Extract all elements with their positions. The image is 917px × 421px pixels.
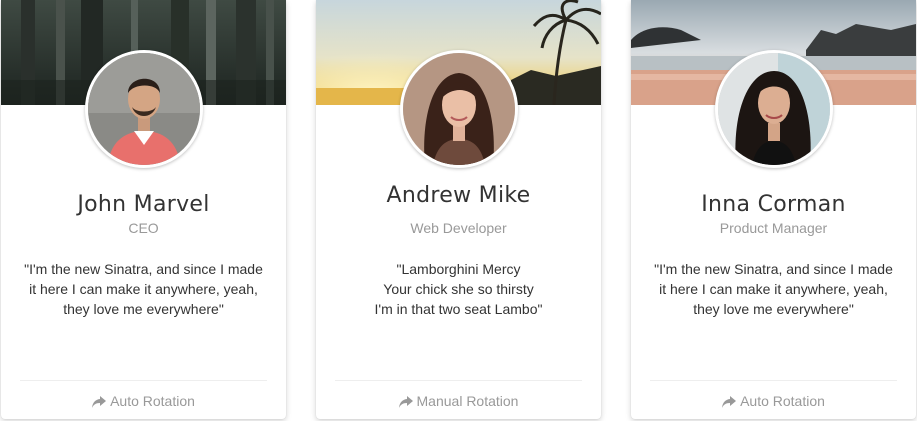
quote-line: Your chick she so thirsty [383,281,534,297]
profile-quote: "I'm the new Sinatra, and since I made i… [645,259,902,319]
quote-line: they love me everywhere" [63,301,224,317]
footer-label: Manual Rotation [416,393,519,409]
quote-line: it here I can make it anywhere, yeah, [659,281,888,297]
profile-role: CEO [128,220,159,236]
share-icon [722,395,737,411]
footer-label: Auto Rotation [110,393,195,409]
share-icon [92,395,107,411]
divider [20,380,267,381]
quote-line: they love me everywhere" [693,301,854,317]
avatar [399,50,518,168]
profile-card: Andrew Mike Web Developer "Lamborghini M… [316,0,601,419]
profile-role: Web Developer [410,220,507,236]
profile-quote: "Lamborghini Mercy Your chick she so thi… [330,259,587,319]
profile-role: Product Manager [719,220,828,236]
quote-line: it here I can make it anywhere, yeah, [29,281,258,297]
profile-name: John Marvel [77,192,210,217]
auto-rotation-button[interactable]: Auto Rotation [631,393,916,411]
profile-card: John Marvel CEO "I'm the new Sinatra, an… [1,0,286,419]
avatar [714,50,833,168]
footer-label: Auto Rotation [740,393,825,409]
profile-name: Andrew Mike [386,183,531,208]
profile-quote: "I'm the new Sinatra, and since I made i… [15,259,272,319]
profile-card: Inna Corman Product Manager "I'm the new… [631,0,916,419]
quote-line: I'm in that two seat Lambo" [374,301,543,317]
profile-name: Inna Corman [701,192,846,217]
manual-rotation-button[interactable]: Manual Rotation [316,393,601,411]
share-icon [398,395,413,411]
quote-line: "I'm the new Sinatra, and since I made [24,261,263,277]
divider [650,380,897,381]
auto-rotation-button[interactable]: Auto Rotation [1,393,286,411]
quote-line: "I'm the new Sinatra, and since I made [654,261,893,277]
avatar [84,50,203,168]
divider [335,380,582,381]
quote-line: "Lamborghini Mercy [396,261,521,277]
